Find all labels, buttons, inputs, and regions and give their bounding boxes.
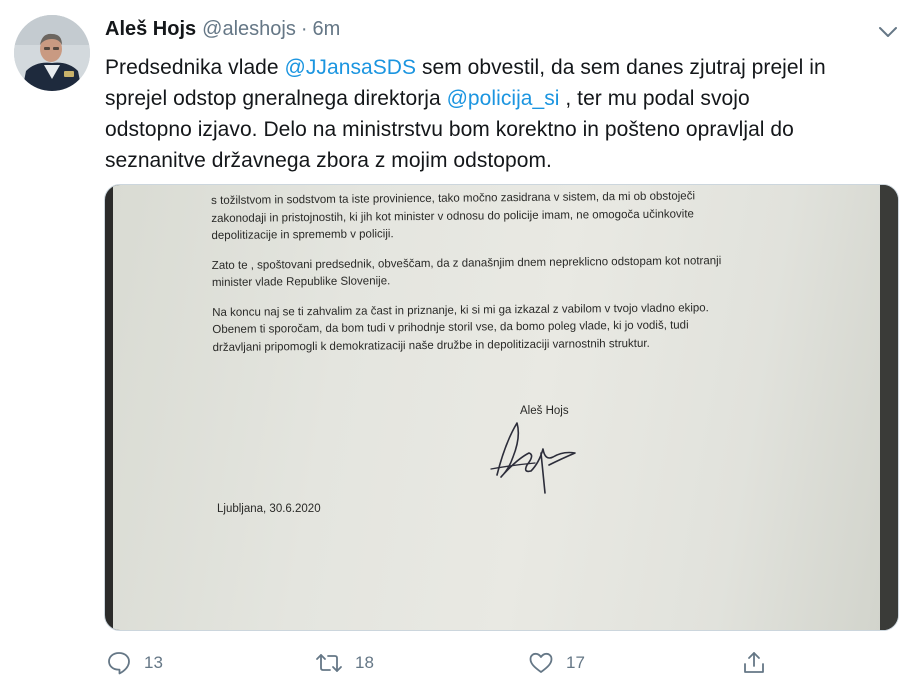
chevron-down-icon xyxy=(879,27,897,37)
author-handle[interactable]: @aleshojs xyxy=(202,18,296,41)
separator-dot: · xyxy=(300,18,308,40)
letter-date: Ljubljana, 30.6.2020 xyxy=(217,503,321,515)
like-button[interactable]: 17 xyxy=(528,648,585,678)
mention-link[interactable]: @policija_si xyxy=(447,87,560,110)
tweet-text-line: odstopno izjavo. Delo na ministrstvu bom… xyxy=(105,114,895,145)
tweet-menu-button[interactable] xyxy=(876,22,900,42)
tweet-text-line: sprejel odstop gneralnega direktorja @po… xyxy=(105,83,895,114)
share-icon xyxy=(744,652,764,673)
like-count: 17 xyxy=(566,653,585,672)
tweet-text-line: Predsednika vlade @JJansaSDS sem obvesti… xyxy=(105,52,895,83)
letter-body: s tožilstvom in sodstvom ta iste provini… xyxy=(211,185,813,357)
tweet-header: Aleš Hojs @aleshojs · 6m xyxy=(105,18,340,46)
retweet-button[interactable]: 18 xyxy=(315,648,374,678)
reply-icon xyxy=(108,652,130,675)
tweet-text-segment: sem obvestil, da sem danes zjutraj preje… xyxy=(416,56,826,79)
photo-background xyxy=(880,185,898,630)
handwritten-signature xyxy=(490,422,576,494)
reply-button[interactable]: 13 xyxy=(106,648,163,678)
letter-photo: s tožilstvom in sodstvom ta iste provini… xyxy=(113,185,883,630)
tweet-timestamp[interactable]: 6m xyxy=(313,18,341,41)
tweet-text-line: seznanitve državnega zbora z mojim odsto… xyxy=(105,145,895,176)
share-button[interactable] xyxy=(741,648,767,678)
tweet[interactable]: Aleš Hojs @aleshojs · 6m Predsednika vla… xyxy=(0,0,912,688)
tweet-text-segment: seznanitve državnega zbora z mojim odsto… xyxy=(105,149,552,172)
tweet-text-segment: , ter mu podal svojo xyxy=(559,87,750,110)
author-name[interactable]: Aleš Hojs xyxy=(105,18,196,41)
reply-count: 13 xyxy=(144,653,163,672)
tweet-text: Predsednika vlade @JJansaSDS sem obvesti… xyxy=(105,52,895,176)
mention-link[interactable]: @JJansaSDS xyxy=(285,56,417,79)
retweet-count: 18 xyxy=(355,653,374,672)
heart-icon xyxy=(529,652,553,673)
retweet-icon xyxy=(316,654,342,672)
tweet-actions: 13 18 17 xyxy=(0,648,912,680)
tweet-media[interactable]: s tožilstvom in sodstvom ta iste provini… xyxy=(104,184,899,631)
avatar-image xyxy=(14,15,90,91)
tweet-text-segment: odstopno izjavo. Delo na ministrstvu bom… xyxy=(105,118,794,141)
avatar[interactable] xyxy=(14,15,90,91)
tweet-text-segment: sprejel odstop gneralnega direktorja xyxy=(105,87,447,110)
tweet-text-segment: Predsednika vlade xyxy=(105,56,285,79)
